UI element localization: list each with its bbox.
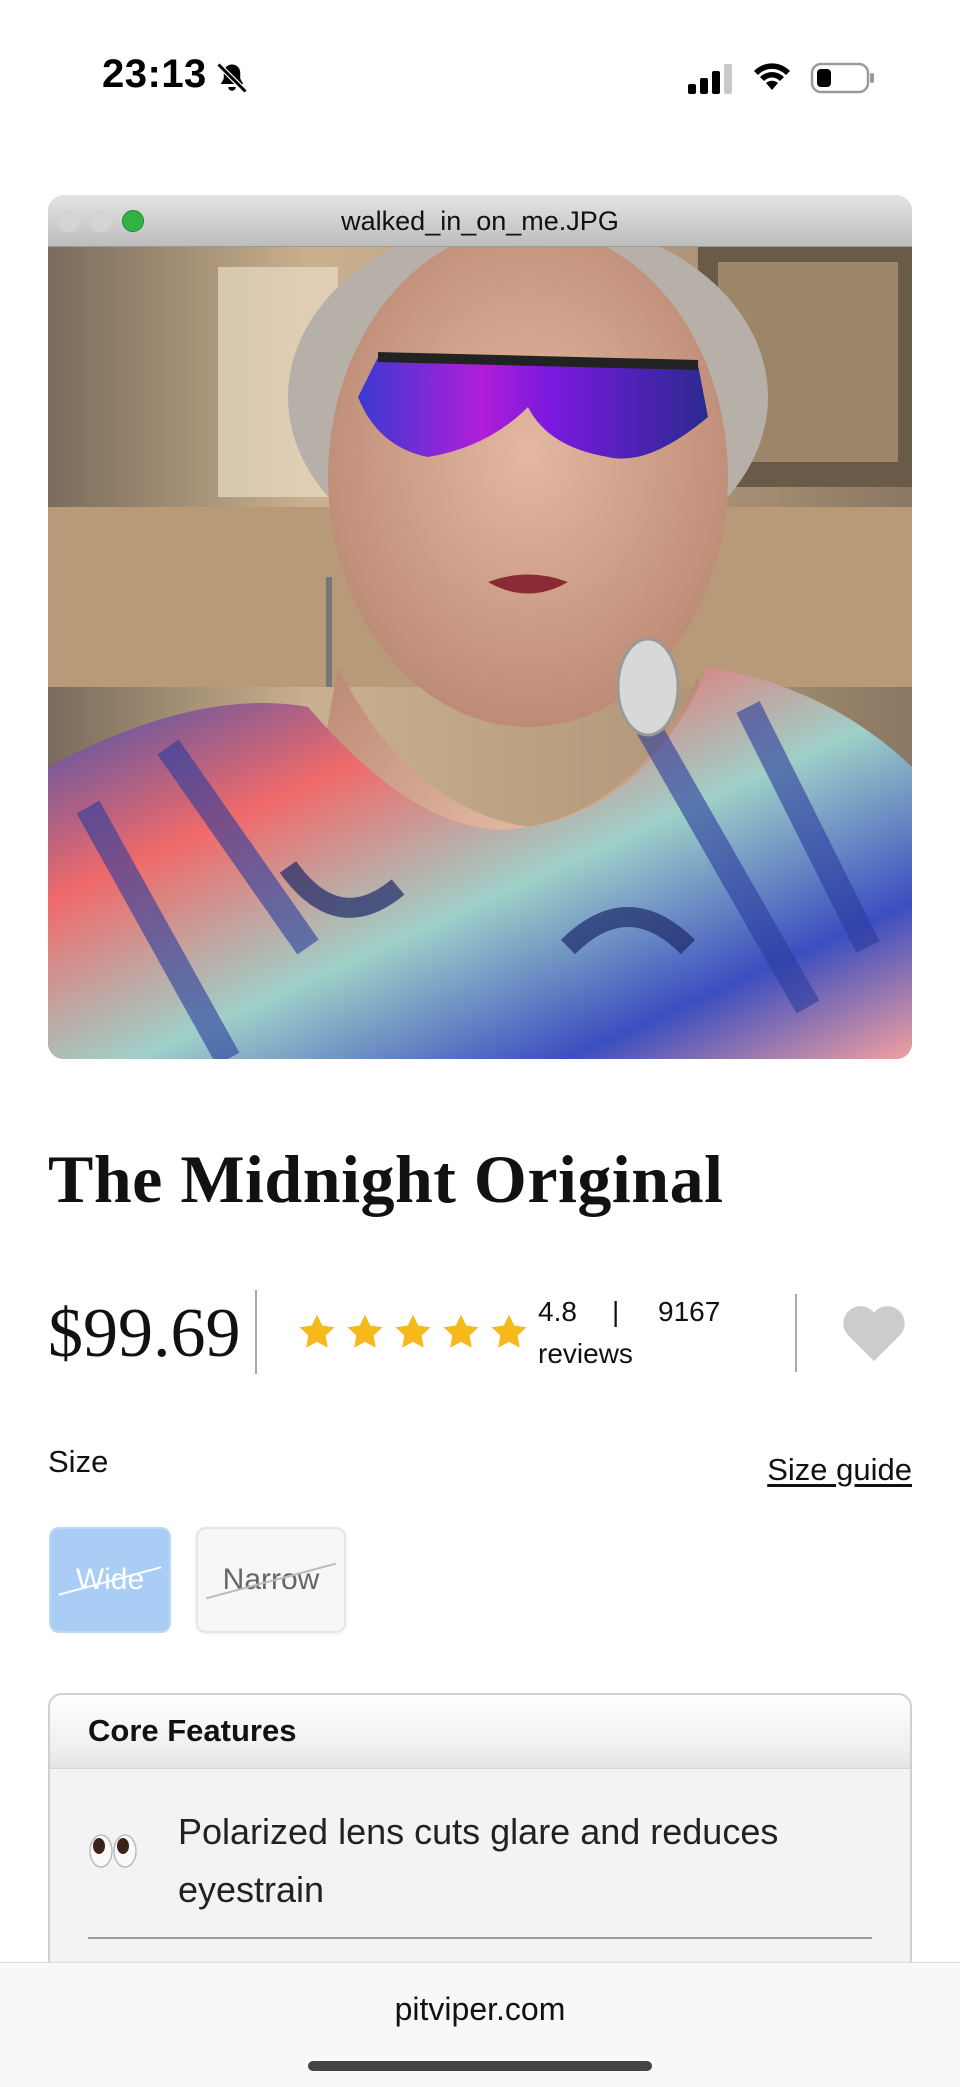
rating-divider (795, 1294, 797, 1372)
reviews-label[interactable]: reviews (538, 1338, 633, 1370)
status-bar: 23:13 (0, 0, 960, 150)
feature-text: Polarized lens cuts glare and reduces ey… (178, 1811, 779, 1910)
window-title: walked_in_on_me.JPG (341, 206, 619, 236)
product-price: $99.69 (48, 1295, 241, 1372)
star-icon (395, 1314, 431, 1348)
battery-icon (810, 62, 874, 94)
cellular-signal-icon (688, 64, 732, 94)
rating-separator: | (612, 1296, 620, 1327)
heart-icon[interactable] (838, 1300, 910, 1364)
url-text[interactable]: pitviper.com (0, 1991, 960, 2028)
size-guide-link[interactable]: Size guide (767, 1452, 912, 1488)
wifi-icon (754, 63, 790, 90)
star-icon (491, 1314, 527, 1348)
price-divider (255, 1290, 257, 1374)
rating-value: 4.8 (538, 1296, 577, 1327)
browser-address-bar[interactable]: pitviper.com (0, 1962, 960, 2087)
core-features-title: Core Features (88, 1713, 297, 1748)
window-titlebar: walked_in_on_me.JPG (48, 195, 912, 247)
rating-stars[interactable] (295, 1310, 531, 1354)
core-features-header[interactable]: Core Features (50, 1695, 910, 1769)
star-icon (443, 1314, 479, 1348)
product-title: The Midnight Original (48, 1141, 724, 1217)
star-icon (347, 1314, 383, 1348)
bell-slash-icon (216, 62, 248, 94)
photo-window: walked_in_on_me.JPG (48, 195, 912, 1059)
status-time: 23:13 (102, 52, 207, 96)
size-option-narrow[interactable]: Narrow (196, 1527, 346, 1633)
home-indicator[interactable] (308, 2061, 652, 2071)
star-icon (299, 1314, 335, 1348)
size-label: Size (48, 1444, 109, 1479)
review-count[interactable]: 9167 (658, 1296, 720, 1328)
size-option-wide[interactable]: Wide (49, 1527, 171, 1633)
eyes-emoji-icon (89, 1834, 137, 1868)
product-photo (48, 247, 912, 1059)
feature-divider (88, 1937, 872, 1939)
